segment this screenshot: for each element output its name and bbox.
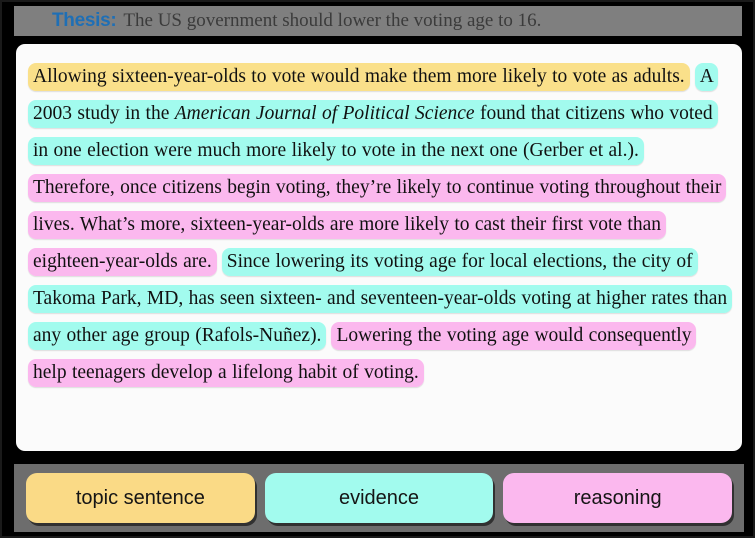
journal-title-italic: American Journal of Political Science — [174, 103, 475, 124]
thesis-statement-text: The US government should lower the votin… — [123, 10, 542, 31]
legend-chip-topic-sentence-label: topic sentence — [75, 486, 205, 509]
legend-chip-evidence[interactable]: evidence — [264, 473, 494, 523]
highlight-topic-sentence[interactable]: Allowing sixteen-year-olds to vote would… — [28, 63, 690, 91]
legend-chip-evidence-label: evidence — [338, 486, 420, 509]
legend-chip-reasoning-label: reasoning — [573, 486, 662, 509]
thesis-bar: Thesis: The US government should lower t… — [14, 6, 742, 36]
legend-chip-reasoning[interactable]: reasoning — [503, 473, 733, 523]
highlighter-app: Thesis: The US government should lower t… — [0, 0, 755, 538]
paragraph-card: Allowing sixteen-year-olds to vote would… — [16, 44, 742, 451]
legend-bar: topic sentence evidence reasoning — [14, 464, 744, 532]
legend-chip-topic-sentence[interactable]: topic sentence — [26, 473, 255, 523]
paragraph-body: Allowing sixteen-year-olds to vote would… — [28, 58, 733, 391]
thesis-label: Thesis: — [52, 10, 117, 31]
